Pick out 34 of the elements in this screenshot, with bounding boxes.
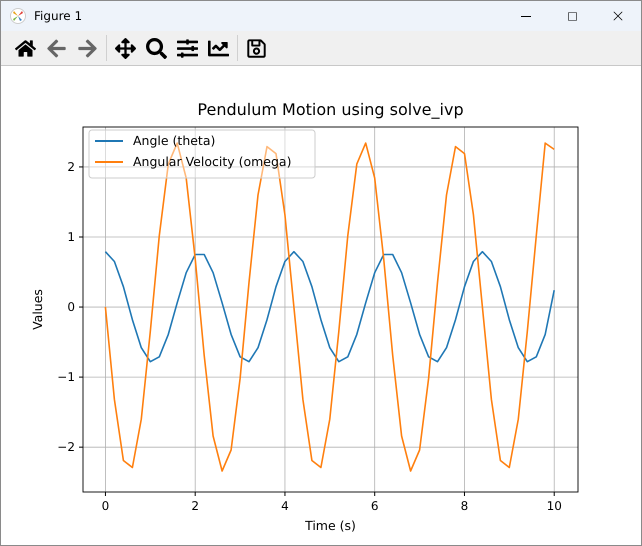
x-tick-mark [284, 492, 286, 496]
x-tick-mark [554, 492, 555, 496]
legend-label: Angular Velocity (omega) [133, 154, 292, 169]
maximize-icon [566, 10, 578, 22]
x-tick-label: 0 [102, 499, 110, 513]
x-tick-mark [374, 492, 376, 496]
x-tick-label: 4 [281, 499, 289, 513]
y-tick-mark [78, 306, 84, 308]
x-tick-mark [194, 492, 196, 496]
x-tick-label: 6 [370, 499, 379, 513]
x-axis-label: Time (s) [305, 518, 356, 533]
y-axis-label: Values [30, 289, 45, 330]
zoom-magnifier-icon[interactable] [144, 36, 169, 60]
x-tick-label: 8 [460, 499, 468, 513]
legend-line [95, 140, 123, 142]
y-tick-label: −2 [57, 440, 75, 454]
y-tick-mark [78, 236, 84, 238]
y-tick-label: −1 [57, 370, 75, 384]
x-tick-mark [464, 492, 465, 496]
x-tick-label: 10 [546, 499, 562, 513]
legend-line [95, 161, 123, 163]
legend-label: Angle (theta) [133, 133, 216, 148]
move-arrows-icon[interactable] [113, 36, 138, 60]
chart-title: Pendulum Motion using solve_ivp [197, 100, 464, 119]
app-logo-icon [10, 8, 26, 24]
y-tick-mark [78, 446, 84, 448]
y-tick-mark [78, 376, 84, 378]
y-tick-label: 0 [67, 300, 75, 314]
x-tick-mark [104, 492, 106, 496]
y-tick-label: 2 [67, 160, 75, 174]
y-tick-label: 1 [67, 230, 75, 244]
window-title: Figure 1 [34, 8, 82, 25]
y-tick-mark [78, 166, 84, 168]
x-tick-label: 2 [191, 499, 200, 513]
